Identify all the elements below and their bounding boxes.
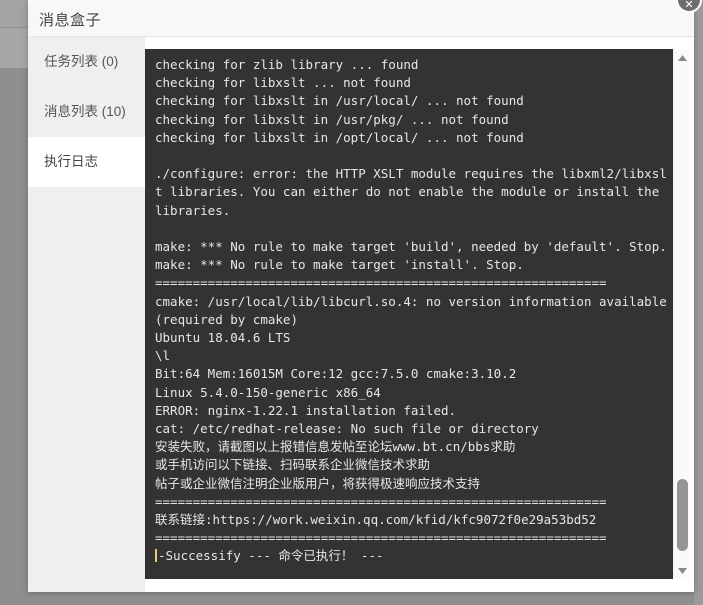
log-line: checking for libxslt in /usr/pkg/ ... no… <box>155 111 509 127</box>
tab-task-list[interactable]: 任务列表 (0) <box>28 37 145 87</box>
log-scrollbar[interactable] <box>673 49 690 579</box>
chevron-up-icon[interactable] <box>674 49 691 66</box>
backdrop-band-top <box>0 0 28 27</box>
execution-log-pane: checking for zlib library ... found check… <box>145 37 694 592</box>
log-console[interactable]: checking for zlib library ... found check… <box>145 49 673 579</box>
log-line: ========================================… <box>155 275 607 291</box>
log-line: 安装失败，请截图以上报错信息发帖至论坛www.bt.cn/bbs求助 <box>155 439 516 455</box>
dialog-body: 任务列表 (0) 消息列表 (10) 执行日志 checking for zli… <box>28 37 694 592</box>
log-line: make: *** No rule to make target 'build'… <box>155 239 667 254</box>
log-line: cat: /etc/redhat-release: No such file o… <box>155 421 539 437</box>
log-line: cmake: /usr/local/lib/libcurl.so.4: no v… <box>155 293 667 327</box>
log-line: ========================================… <box>155 530 607 546</box>
log-line: ERROR: nginx-1.22.1 installation failed. <box>155 402 457 418</box>
tab-task-list-label: 任务列表 (0) <box>44 54 119 69</box>
log-line: Ubuntu 18.04.6 LTS <box>155 330 291 346</box>
log-line: checking for libxslt in /opt/local/ ... … <box>155 129 524 145</box>
page-scrollbar[interactable] <box>694 0 703 605</box>
log-line: \l <box>155 348 171 364</box>
log-line: checking for libxslt ... not found <box>155 75 411 91</box>
tab-message-list[interactable]: 消息列表 (10) <box>28 87 145 137</box>
log-line: 帖子或企业微信注明企业版用户，将获得极速响应技术支持 <box>155 475 481 491</box>
log-line: Linux 5.4.0-150-generic x86_64 <box>155 384 381 400</box>
dialog-title: 消息盒子 <box>39 12 102 29</box>
chevron-down-icon[interactable] <box>674 562 691 579</box>
log-scrollbar-thumb[interactable] <box>677 479 688 551</box>
terminal-cursor <box>155 549 157 563</box>
log-line: Bit:64 Mem:16015M Core:12 gcc:7.5.0 cmak… <box>155 366 517 382</box>
message-box-dialog: 消息盒子 ✕ 任务列表 (0) 消息列表 (10) 执行日志 checking … <box>28 0 702 592</box>
tab-execution-log-label: 执行日志 <box>44 154 98 169</box>
log-line: ========================================… <box>155 493 607 509</box>
dialog-header: 消息盒子 <box>28 0 694 37</box>
log-line: checking for zlib library ... found <box>155 57 419 72</box>
log-line: 或手机访问以下链接、扫码联系企业微信技术求助 <box>155 457 431 473</box>
tab-execution-log[interactable]: 执行日志 <box>28 137 145 187</box>
log-line: ./configure: error: the HTTP XSLT module… <box>155 166 667 218</box>
log-line-final: -Successify --- 命令已执行！ --- <box>155 547 673 565</box>
backdrop-band-second <box>0 28 28 68</box>
page-scrollbar-track[interactable] <box>694 0 703 605</box>
tab-message-list-label: 消息列表 (10) <box>44 104 126 119</box>
log-final-text: -Successify --- 命令已执行！ --- <box>158 548 384 564</box>
log-line: 联系链接:https://work.weixin.qq.com/kfid/kfc… <box>155 512 597 528</box>
dialog-tab-rail: 任务列表 (0) 消息列表 (10) 执行日志 <box>28 37 145 592</box>
log-line: make: *** No rule to make target 'instal… <box>155 257 524 273</box>
close-icon-glyph: ✕ <box>684 0 694 11</box>
log-line: checking for libxslt in /usr/local/ ... … <box>155 93 524 109</box>
